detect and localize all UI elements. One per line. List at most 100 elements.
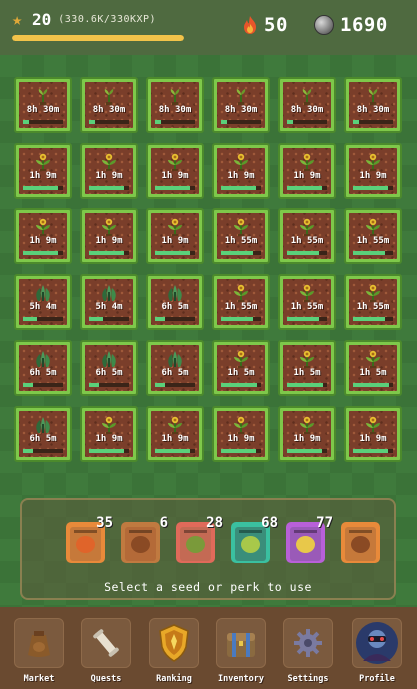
garden-plot[interactable]: 1h 5m bbox=[212, 340, 270, 396]
garden-plot[interactable]: 1h 55m bbox=[212, 274, 270, 330]
scroll-icon bbox=[81, 618, 131, 668]
soil-tile: 8h 30m bbox=[349, 82, 397, 128]
flower-plant-icon bbox=[296, 283, 318, 303]
flower-plant-icon bbox=[362, 217, 384, 237]
plot-progress-bar bbox=[89, 449, 129, 453]
plot-progress-fill bbox=[221, 449, 257, 453]
plot-timer: 1h 55m bbox=[290, 302, 324, 312]
garden-plot[interactable]: 8h 30m bbox=[212, 77, 270, 133]
soil-tile: 1h 9m bbox=[349, 411, 397, 457]
garden-plot[interactable]: 1h 55m bbox=[344, 208, 402, 264]
seed-packet-button[interactable]: 35 bbox=[66, 515, 113, 563]
plot-progress-fill bbox=[287, 251, 319, 255]
seed-packet-button[interactable]: 77 bbox=[286, 515, 333, 563]
plot-progress-bar bbox=[221, 120, 261, 124]
streak-counter: 50 bbox=[242, 14, 288, 36]
plot-progress-bar bbox=[23, 186, 63, 190]
garden-plot[interactable]: 8h 30m bbox=[146, 77, 204, 133]
flower-plant-icon bbox=[362, 152, 384, 172]
nav-profile-button[interactable]: Profile bbox=[351, 618, 403, 684]
plot-progress-fill bbox=[287, 449, 323, 453]
soil-tile: 1h 55m bbox=[349, 213, 397, 259]
soil-tile: 1h 9m bbox=[19, 148, 67, 194]
sprout-plant-icon bbox=[296, 86, 318, 106]
plot-progress-bar bbox=[155, 120, 195, 124]
nav-label: Market bbox=[23, 674, 55, 684]
plot-progress-bar bbox=[155, 317, 195, 321]
plot-progress-fill bbox=[155, 120, 161, 124]
plot-progress-bar bbox=[287, 449, 327, 453]
garden-plot[interactable]: 1h 9m bbox=[14, 143, 72, 199]
flower-plant-icon bbox=[98, 415, 120, 435]
packet-label bbox=[294, 530, 317, 533]
garden-plot[interactable]: 1h 9m bbox=[80, 406, 138, 462]
seed-packet-button[interactable]: 28 bbox=[176, 515, 223, 563]
seed-packet-button[interactable] bbox=[341, 522, 380, 563]
flower-plant-icon bbox=[230, 152, 252, 172]
plot-progress-bar bbox=[353, 251, 393, 255]
garden-plot[interactable]: 6h 5m bbox=[80, 340, 138, 396]
plot-progress-fill bbox=[287, 383, 323, 387]
garden-plot[interactable]: 1h 5m bbox=[278, 340, 336, 396]
plot-progress-fill bbox=[221, 251, 253, 255]
nav-quests-button[interactable]: Quests bbox=[80, 618, 132, 684]
nav-ranking-button[interactable]: Ranking bbox=[148, 618, 200, 684]
xp-progress-bar bbox=[12, 35, 184, 41]
seed-list: 35 6 28 68 77 bbox=[66, 515, 380, 563]
nav-settings-button[interactable]: Settings bbox=[282, 618, 334, 684]
soil-tile: 1h 9m bbox=[85, 213, 133, 259]
nav-inventory-button[interactable]: Inventory bbox=[215, 618, 267, 684]
packet-label bbox=[74, 530, 97, 533]
garden-plot[interactable]: 8h 30m bbox=[14, 77, 72, 133]
soil-tile: 1h 9m bbox=[283, 148, 331, 194]
leafy-plant-icon bbox=[32, 283, 54, 303]
garden-plot[interactable]: 1h 9m bbox=[146, 208, 204, 264]
garden-plot[interactable]: 1h 55m bbox=[278, 208, 336, 264]
plot-timer: 1h 55m bbox=[224, 236, 258, 246]
garden-plot[interactable]: 1h 55m bbox=[278, 274, 336, 330]
garden-plot[interactable]: 1h 9m bbox=[344, 406, 402, 462]
plot-progress-bar bbox=[287, 383, 327, 387]
garden-plot[interactable]: 1h 9m bbox=[278, 406, 336, 462]
plot-timer: 1h 9m bbox=[227, 171, 255, 181]
garden-plot[interactable]: 1h 9m bbox=[80, 143, 138, 199]
garden-plot[interactable]: 5h 4m bbox=[80, 274, 138, 330]
seed-packet-button[interactable]: 68 bbox=[231, 515, 278, 563]
level-display: ★ 20 (330.6K/330KXP) bbox=[12, 10, 156, 29]
garden-plot[interactable]: 8h 30m bbox=[344, 77, 402, 133]
garden-plot[interactable]: 1h 5m bbox=[344, 340, 402, 396]
garden-plot[interactable]: 1h 9m bbox=[212, 406, 270, 462]
garden-plot[interactable]: 1h 9m bbox=[344, 143, 402, 199]
plot-progress-bar bbox=[287, 251, 327, 255]
garden-plot[interactable]: 1h 55m bbox=[344, 274, 402, 330]
garden-plot[interactable]: 8h 30m bbox=[278, 77, 336, 133]
garden-plot[interactable]: 1h 9m bbox=[146, 406, 204, 462]
leafy-plant-icon bbox=[164, 349, 186, 369]
garden-plot[interactable]: 5h 4m bbox=[14, 274, 72, 330]
sprout-plant-icon bbox=[32, 86, 54, 106]
garden-plot[interactable]: 6h 5m bbox=[14, 340, 72, 396]
nav-market-button[interactable]: Market bbox=[13, 618, 65, 684]
garden-plot[interactable]: 1h 9m bbox=[14, 208, 72, 264]
garden-plot[interactable]: 1h 55m bbox=[212, 208, 270, 264]
garden-plot[interactable]: 6h 5m bbox=[146, 340, 204, 396]
garden-plot[interactable]: 6h 5m bbox=[146, 274, 204, 330]
plot-timer: 1h 9m bbox=[29, 236, 57, 246]
garden-plot[interactable]: 6h 5m bbox=[14, 406, 72, 462]
garden-plot[interactable]: 1h 9m bbox=[278, 143, 336, 199]
garden-plot[interactable]: 1h 9m bbox=[146, 143, 204, 199]
seed-count: 77 bbox=[316, 515, 333, 531]
plot-timer: 1h 9m bbox=[95, 236, 123, 246]
plot-progress-fill bbox=[353, 251, 385, 255]
garden-plot[interactable]: 8h 30m bbox=[80, 77, 138, 133]
star-icon: ★ bbox=[12, 9, 23, 30]
garden-plot[interactable]: 1h 9m bbox=[212, 143, 270, 199]
garden-plot[interactable]: 1h 9m bbox=[80, 208, 138, 264]
flower-plant-icon bbox=[98, 217, 120, 237]
plot-progress-bar bbox=[155, 449, 195, 453]
seed-picture bbox=[131, 536, 150, 553]
seed-packet-button[interactable]: 6 bbox=[121, 515, 168, 563]
plot-progress-fill bbox=[89, 383, 99, 387]
seed-bag-icon bbox=[14, 618, 64, 668]
flower-plant-icon bbox=[362, 415, 384, 435]
